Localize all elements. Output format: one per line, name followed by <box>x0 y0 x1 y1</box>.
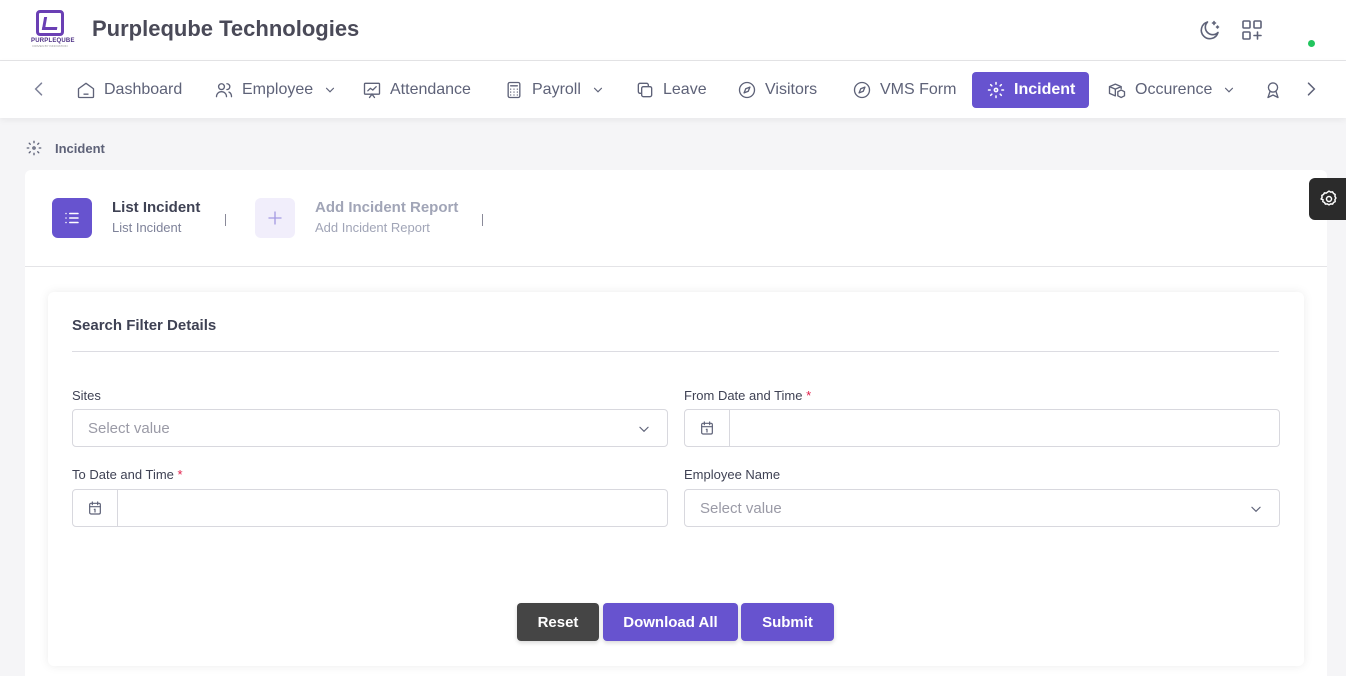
search-filter-panel: Search Filter Details Sites Select value… <box>48 292 1304 666</box>
gear-icon <box>1320 190 1337 206</box>
nav-label: Dashboard <box>104 81 183 98</box>
nav-item-occurence[interactable]: Occurence <box>1099 72 1244 108</box>
nav-label: VMS Form <box>880 81 957 98</box>
calendar-button[interactable] <box>73 490 118 526</box>
presentation-icon <box>363 82 381 99</box>
nav-label: Visitors <box>765 81 818 98</box>
incident-icon <box>26 140 42 156</box>
nav-prev-icon[interactable] <box>29 79 49 99</box>
from-date-field[interactable] <box>684 409 1280 447</box>
nav-label: Attendance <box>390 81 471 98</box>
compass-icon <box>853 81 871 99</box>
plus-icon <box>268 211 282 225</box>
calendar-button[interactable] <box>685 410 730 446</box>
nav-label: Leave <box>663 81 707 98</box>
compass-icon <box>738 81 756 99</box>
divider <box>72 351 1279 352</box>
list-icon <box>65 212 79 224</box>
tab-title[interactable]: Add Incident Report <box>315 199 458 216</box>
from-date-input[interactable] <box>731 410 1277 446</box>
users-icon <box>215 83 233 98</box>
logo-mark <box>36 10 64 36</box>
breadcrumb: Incident <box>25 139 105 157</box>
submit-button[interactable]: Submit <box>741 603 834 641</box>
to-date-field[interactable] <box>72 489 668 527</box>
company-logo[interactable]: PURPLEQUBE DRIVEN BY INNOVATION <box>31 10 74 50</box>
apps-icon[interactable] <box>1240 18 1264 42</box>
required-mark: * <box>177 467 183 482</box>
to-date-label: To Date and Time * <box>72 467 183 482</box>
logo-tagline: DRIVEN BY INNOVATION <box>32 44 68 48</box>
settings-toggle[interactable] <box>1309 178 1346 220</box>
nav-label: Payroll <box>532 81 581 98</box>
nav-item-attendance[interactable]: Attendance <box>354 72 479 108</box>
from-date-label: From Date and Time * <box>684 388 811 403</box>
online-status-dot <box>1308 40 1315 47</box>
calendar-icon <box>89 501 101 515</box>
main-nav: Dashboard Employee Attendance Payroll Le… <box>0 61 1346 118</box>
nav-item-incident[interactable]: Incident <box>972 72 1090 108</box>
employee-label-text: Employee Name <box>684 467 781 482</box>
nav-item-payroll[interactable]: Payroll <box>496 72 613 108</box>
filter-title: Search Filter Details <box>72 317 217 334</box>
chevron-down-icon <box>1225 87 1234 93</box>
required-mark: * <box>806 388 812 403</box>
sites-select[interactable]: Select value <box>72 409 668 447</box>
employee-name-label: Employee Name <box>684 467 780 482</box>
boxes-icon <box>1108 83 1126 99</box>
nav-label: Incident <box>1014 81 1076 98</box>
chevron-down-icon <box>1251 506 1261 513</box>
incident-icon <box>987 81 1005 99</box>
tab-subtitle: List Incident <box>112 220 182 235</box>
award-icon[interactable] <box>1263 80 1283 100</box>
breadcrumb-label: Incident <box>55 140 105 156</box>
nav-item-employee[interactable]: Employee <box>206 72 345 108</box>
chevron-down-icon <box>639 426 649 433</box>
home-icon <box>77 82 95 99</box>
chevron-down-icon <box>593 87 602 93</box>
app-header: PURPLEQUBE DRIVEN BY INNOVATION Purplequ… <box>0 0 1346 61</box>
tab-subtitle: Add Incident Report <box>315 220 430 235</box>
moon-icon[interactable] <box>1198 18 1222 42</box>
nav-label: Employee <box>242 81 314 98</box>
reset-button[interactable]: Reset <box>517 603 599 641</box>
nav-next-icon[interactable] <box>1301 79 1321 99</box>
copy-icon <box>637 82 653 98</box>
employee-name-select[interactable]: Select value <box>684 489 1280 527</box>
tab-separator <box>225 214 226 226</box>
nav-item-leave[interactable]: Leave <box>627 72 715 108</box>
tab-title[interactable]: List Incident <box>112 199 200 216</box>
nav-item-dashboard[interactable]: Dashboard <box>68 72 190 108</box>
tabs-row: List Incident List Incident Add Incident… <box>25 170 1327 267</box>
nav-label: Occurence <box>1135 81 1213 98</box>
download-all-button[interactable]: Download All <box>603 603 738 641</box>
from-date-label-text: From Date and Time <box>684 388 803 403</box>
incident-card: List Incident List Incident Add Incident… <box>25 170 1327 676</box>
tab-add-incident-report[interactable] <box>255 198 295 238</box>
nav-item-visitors[interactable]: Visitors <box>729 72 825 108</box>
sites-placeholder: Select value <box>88 420 170 437</box>
chevron-down-icon <box>326 87 335 93</box>
to-date-input[interactable] <box>119 490 665 526</box>
to-date-label-text: To Date and Time <box>72 467 174 482</box>
tab-separator <box>482 214 483 226</box>
tab-list-incident[interactable] <box>52 198 92 238</box>
employee-placeholder: Select value <box>700 500 782 517</box>
sites-label-text: Sites <box>72 388 101 403</box>
sites-label: Sites <box>72 388 101 403</box>
calendar-icon <box>701 421 713 435</box>
brand-name: Purpleqube Technologies <box>92 16 360 41</box>
calculator-icon <box>507 81 521 99</box>
nav-item-vms-form[interactable]: VMS Form <box>844 72 964 108</box>
